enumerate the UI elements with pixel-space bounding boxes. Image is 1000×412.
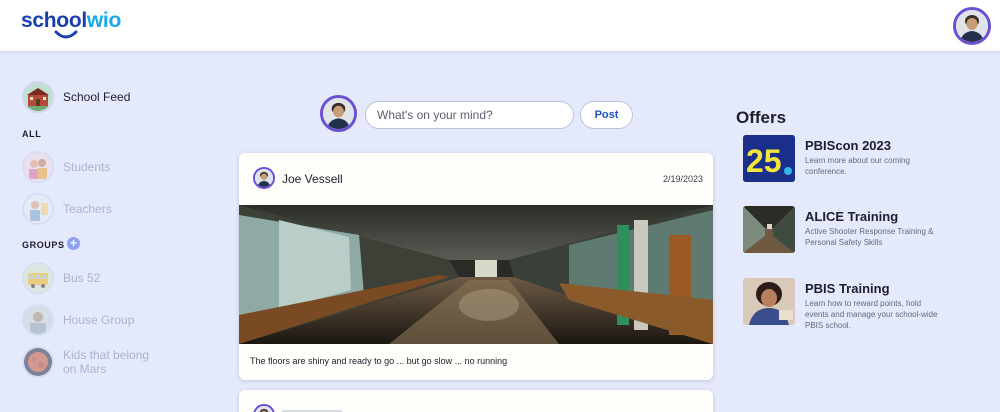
mars-planet-icon <box>22 346 54 378</box>
logo-part-school: school <box>21 9 87 32</box>
feed-post-next <box>239 390 713 412</box>
sidebar-item-label: Kids that belong on Mars <box>63 348 150 376</box>
offer-description: Active Shooter Response Training & Perso… <box>805 227 934 247</box>
house-group-icon <box>22 304 54 336</box>
post-button[interactable]: Post <box>580 101 633 129</box>
sidebar-item-label: Bus 52 <box>63 271 101 285</box>
section-label-all: ALL <box>22 129 42 139</box>
user-avatar-icon <box>323 98 354 129</box>
post-author[interactable]: Joe Vessell <box>282 172 343 186</box>
sidebar-item-label: Teachers <box>63 202 112 216</box>
students-icon <box>22 151 54 183</box>
offer-pbis-training[interactable]: PBIS Training Learn how to reward points… <box>743 278 993 330</box>
sidebar-item-label: School Feed <box>63 90 131 104</box>
offers-heading: Offers <box>736 108 787 127</box>
offer-description: Learn more about our coming conference. <box>805 156 910 176</box>
sidebar-item-bus-52[interactable]: Bus 52 <box>22 261 222 295</box>
user-avatar-icon <box>956 10 988 42</box>
sidebar-item-label: Students <box>63 160 111 174</box>
hallway-thumbnail-icon <box>743 206 795 253</box>
student-thumbnail-icon <box>743 278 795 325</box>
top-bar: schoolwio <box>0 0 1000 52</box>
user-avatar-menu[interactable] <box>953 7 991 45</box>
author-avatar[interactable] <box>253 167 275 189</box>
schoolwio-logo[interactable]: schoolwio <box>21 9 131 43</box>
author-avatar[interactable] <box>253 404 275 412</box>
sidebar-item-school-feed[interactable]: School Feed <box>22 80 222 114</box>
sidebar-item-label: House Group <box>63 313 135 327</box>
user-avatar-icon <box>255 406 273 412</box>
add-group-button[interactable]: + <box>67 237 80 250</box>
school-building-icon <box>22 81 54 113</box>
composer-avatar <box>320 95 357 132</box>
section-label-groups: GROUPS <box>22 240 65 250</box>
offer-alice-training[interactable]: ALICE Training Active Shooter Response T… <box>743 206 993 256</box>
sidebar-item-students[interactable]: Students <box>22 150 222 184</box>
school-bus-icon <box>22 262 54 294</box>
left-sidebar: School Feed ALL Students Teachers GROUPS <box>0 52 230 412</box>
offer-pbiscon[interactable]: 25 PBIScon 2023 Learn more about our com… <box>743 135 993 185</box>
teachers-icon <box>22 193 54 225</box>
offer-title: PBIS Training <box>805 281 890 296</box>
logo-smile-icon <box>54 30 78 39</box>
post-caption: The floors are shiny and ready to go ...… <box>250 356 508 366</box>
sidebar-item-teachers[interactable]: Teachers <box>22 192 222 226</box>
status-input[interactable] <box>365 101 574 129</box>
pbiscon-logo-number: 25 <box>746 143 782 179</box>
pbiscon-logo-icon: 25 <box>743 135 795 182</box>
sidebar-item-house-group[interactable]: House Group <box>22 303 222 337</box>
post-photo <box>239 205 713 344</box>
post-date: 2/19/2023 <box>662 174 703 184</box>
offer-title: ALICE Training <box>805 209 899 224</box>
user-avatar-icon <box>255 169 273 187</box>
logo-part-wio: wio <box>86 9 121 32</box>
offer-title: PBIScon 2023 <box>805 138 891 153</box>
offer-description: Learn how to reward points, hold events … <box>805 299 938 330</box>
feed-post: Joe Vessell 2/19/2023 The floors are shi… <box>239 153 713 380</box>
sidebar-item-kids-mars[interactable]: Kids that belong on Mars <box>22 345 222 379</box>
